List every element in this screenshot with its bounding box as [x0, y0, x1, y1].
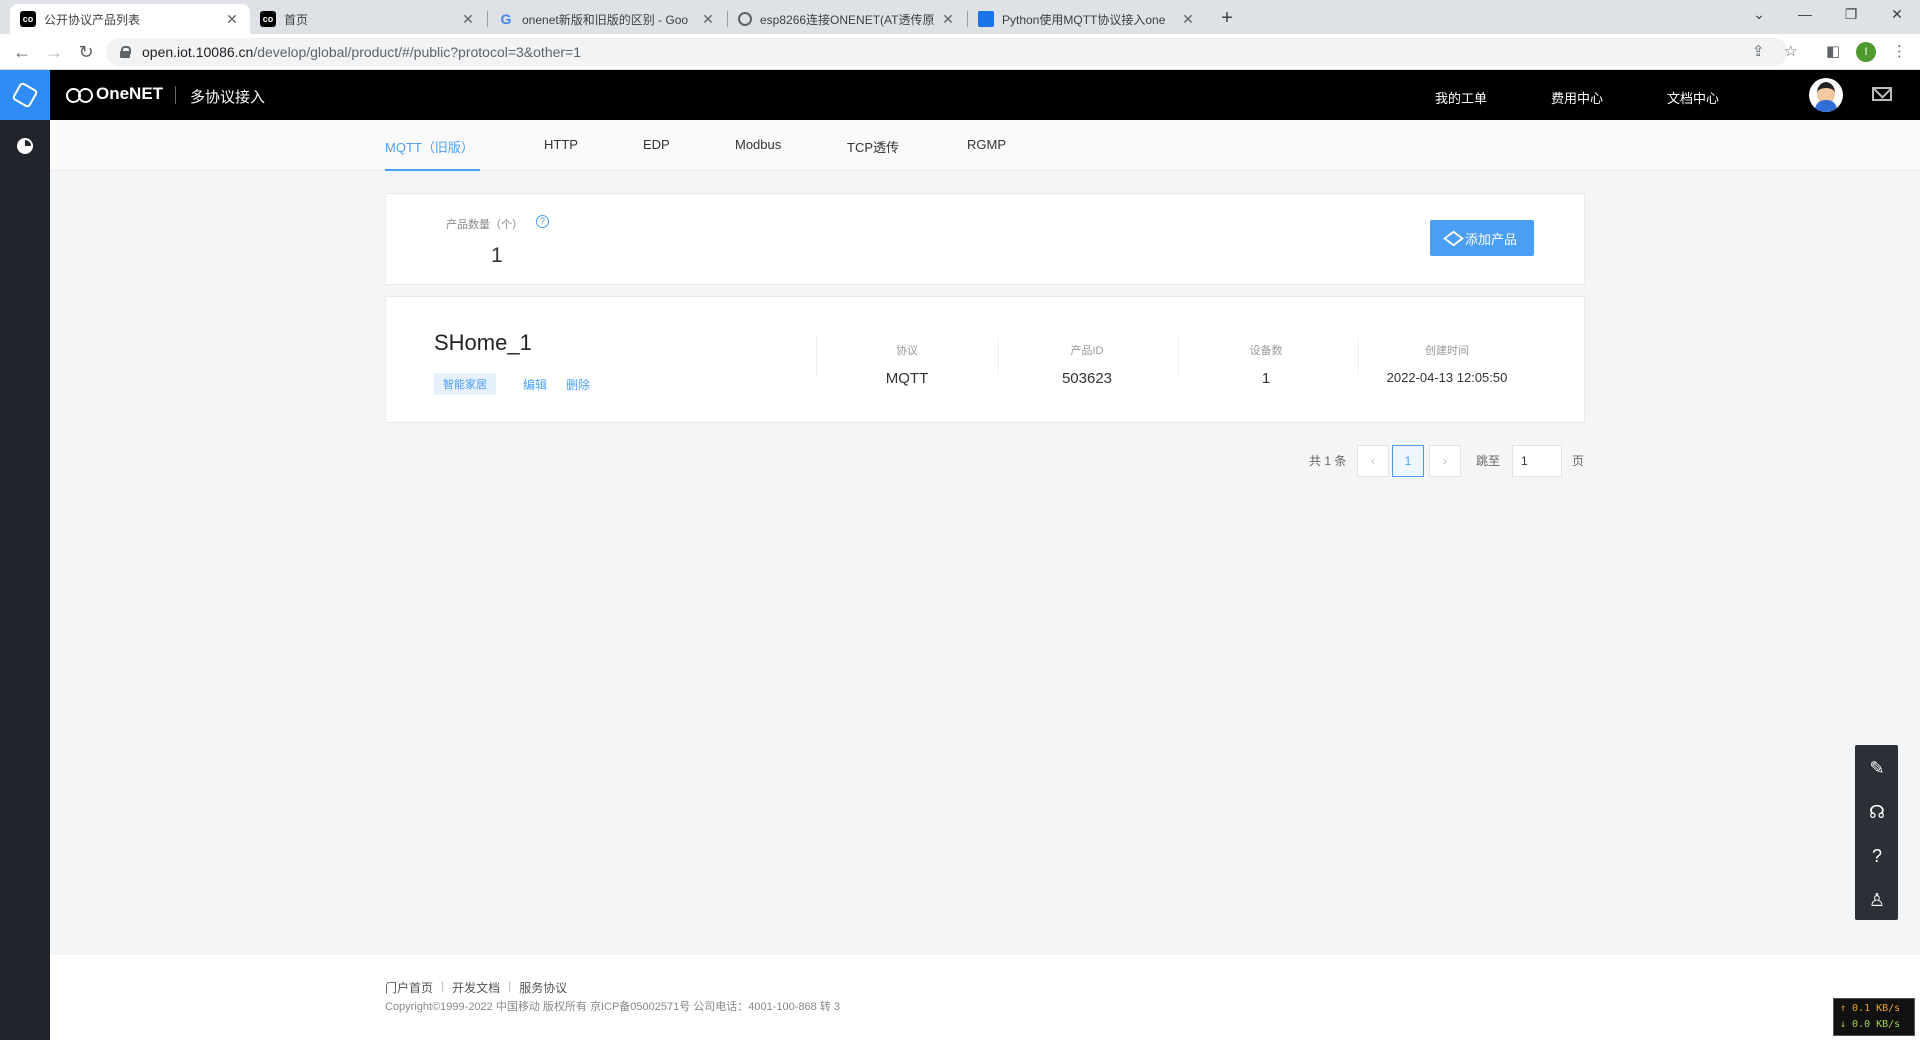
upload-speed: ↑ 0.1 KB/s — [1840, 1003, 1901, 1014]
add-product-label: 添加产品 — [1464, 231, 1517, 247]
protocol-value: MQTT — [885, 370, 929, 387]
onenet-logo-icon — [66, 87, 93, 103]
footer-link-portal[interactable]: 门户首页 — [385, 979, 433, 996]
close-icon[interactable]: ✕ — [1180, 11, 1196, 28]
tab-http[interactable]: HTTP — [544, 137, 578, 171]
url-path: /develop/global/product/#/public?protoco… — [253, 44, 582, 60]
minimize-icon[interactable]: — — [1782, 0, 1828, 30]
created-time-label: 创建时间 — [1425, 345, 1469, 357]
mail-icon[interactable] — [1872, 87, 1892, 101]
close-icon[interactable]: ✕ — [940, 11, 956, 28]
pie-chart-icon[interactable] — [17, 138, 33, 154]
next-page-icon[interactable]: › — [1429, 445, 1461, 477]
product-count-card: 产品数量（个） ? 1 添加产品 — [385, 193, 1585, 285]
tab-rgmp[interactable]: RGMP — [967, 137, 1006, 171]
product-count-label: 产品数量（个） — [446, 219, 523, 231]
user-group-icon[interactable]: ♙ — [1866, 889, 1888, 911]
url-host: open.iot.10086.cn — [142, 44, 254, 60]
globe-icon — [738, 12, 752, 26]
brand-name: OneNET — [96, 84, 164, 103]
forward-icon[interactable]: → — [42, 40, 66, 64]
headset-support-icon[interactable]: ☊ — [1866, 801, 1888, 823]
jump-page-input[interactable] — [1512, 445, 1562, 477]
download-speed: ↓ 0.0 KB/s — [1840, 1019, 1901, 1030]
delete-link[interactable]: 删除 — [566, 376, 590, 393]
tab-title: 公开协议产品列表 — [44, 12, 141, 27]
product-name[interactable]: SHome_1 — [434, 330, 532, 356]
tab-title: Python使用MQTT协议接入one — [1002, 12, 1166, 27]
onenet-logo[interactable]: OneNET — [66, 84, 163, 104]
edit-link[interactable]: 编辑 — [523, 376, 547, 393]
protocol-tabs: MQTT（旧版） HTTP EDP Modbus TCP透传 RGMP — [50, 120, 1920, 171]
url-input[interactable]: open.iot.10086.cn/develop/global/product… — [106, 38, 1788, 66]
help-circle-icon[interactable]: ? — [1866, 845, 1888, 867]
browser-tab[interactable]: co 公开协议产品列表 ✕ — [10, 4, 250, 34]
lock-icon — [120, 46, 131, 58]
nav-link-billing[interactable]: 费用中心 — [1551, 88, 1603, 107]
floating-toolbar: ✎ ☊ ? ♙ — [1855, 745, 1898, 920]
profile-avatar[interactable]: I — [1856, 42, 1876, 62]
browser-tab[interactable]: co 首页 ✕ — [250, 4, 486, 34]
share-icon[interactable]: ⇪ — [1752, 42, 1765, 60]
reload-icon[interactable]: ↻ — [74, 40, 98, 64]
close-icon[interactable]: ✕ — [224, 11, 240, 28]
pagination-total: 共 1 条 — [1309, 454, 1347, 468]
tab-search-icon[interactable]: ⌄ — [1736, 0, 1782, 30]
tab-modbus[interactable]: Modbus — [735, 137, 781, 171]
page-suffix: 页 — [1572, 454, 1585, 468]
prev-page-icon[interactable]: ‹ — [1357, 445, 1389, 477]
help-icon[interactable]: ? — [536, 215, 549, 228]
browser-tab-bar: co 公开协议产品列表 ✕ co 首页 ✕ G onenet新版和旧版的区别 -… — [0, 0, 1920, 34]
product-home-icon[interactable] — [0, 70, 50, 120]
tab-title: 首页 — [284, 12, 309, 27]
restore-icon[interactable]: ❐ — [1828, 0, 1874, 30]
tab-tcp[interactable]: TCP透传 — [847, 137, 899, 171]
tab-mqtt-legacy[interactable]: MQTT（旧版） — [385, 137, 480, 171]
side-panel-icon[interactable]: ◧ — [1826, 42, 1840, 60]
product-category-tag: 智能家居 — [434, 373, 496, 395]
edit-feedback-icon[interactable]: ✎ — [1866, 757, 1888, 779]
nav-link-tickets[interactable]: 我的工单 — [1435, 88, 1487, 107]
cube-icon — [1443, 230, 1464, 246]
onenet-icon: co — [20, 11, 36, 27]
tab-title: esp8266连接ONENET(AT透传原 — [760, 12, 935, 27]
new-tab-icon[interactable]: + — [1214, 6, 1240, 32]
footer-link-terms[interactable]: 服务协议 — [519, 979, 567, 996]
menu-icon[interactable]: ⋮ — [1892, 42, 1907, 60]
footer-link-docs[interactable]: 开发文档 — [452, 979, 500, 996]
device-count-label: 设备数 — [1249, 345, 1283, 357]
nav-link-docs[interactable]: 文档中心 — [1667, 88, 1719, 107]
tab-edp[interactable]: EDP — [643, 137, 670, 171]
close-icon[interactable]: ✕ — [700, 11, 716, 28]
page-number[interactable]: 1 — [1392, 445, 1424, 477]
product-count-value: 1 — [491, 244, 503, 267]
footer: 门户首页 | 开发文档 | 服务协议 Copyright©1999-2022 中… — [50, 955, 1920, 1040]
google-icon: G — [500, 11, 512, 27]
jump-label: 跳至 — [1476, 454, 1501, 468]
created-time-value: 2022-04-13 12:05:50 — [1386, 370, 1508, 385]
product-row: SHome_1 智能家居 编辑 删除 协议 MQTT 产品ID 503623 设… — [385, 296, 1585, 423]
bookmark-star-icon[interactable]: ☆ — [1784, 42, 1797, 60]
user-avatar[interactable] — [1809, 78, 1843, 112]
top-navigation: OneNET 多协议接入 我的工单 费用中心 文档中心 — [50, 70, 1920, 120]
product-id-label: 产品ID — [1070, 345, 1104, 357]
page-subtitle: 多协议接入 — [190, 89, 266, 106]
protocol-label: 协议 — [896, 345, 918, 357]
tab-title: onenet新版和旧版的区别 - Goo — [522, 12, 689, 27]
product-id-value: 503623 — [1061, 370, 1113, 387]
address-bar: ← → ↻ open.iot.10086.cn/develop/global/p… — [0, 34, 1920, 70]
copyright-text: Copyright©1999-2022 中国移动 版权所有 京ICP备05002… — [385, 1001, 841, 1013]
browser-tab[interactable]: Python使用MQTT协议接入one ✕ — [968, 4, 1206, 34]
add-product-button[interactable]: 添加产品 — [1430, 220, 1534, 256]
left-sidebar — [0, 70, 50, 1040]
network-speed-monitor: ↑ 0.1 KB/s ↓ 0.0 KB/s — [1833, 998, 1915, 1036]
back-icon[interactable]: ← — [10, 40, 34, 64]
onenet-icon: co — [260, 11, 276, 27]
device-count-value: 1 — [1261, 370, 1271, 387]
window-close-icon[interactable]: ✕ — [1874, 0, 1920, 30]
browser-tab[interactable]: esp8266连接ONENET(AT透传原 ✕ — [728, 4, 966, 34]
close-icon[interactable]: ✕ — [460, 11, 476, 28]
browser-tab[interactable]: G onenet新版和旧版的区别 - Goo ✕ — [488, 4, 726, 34]
blog-icon — [978, 11, 994, 27]
